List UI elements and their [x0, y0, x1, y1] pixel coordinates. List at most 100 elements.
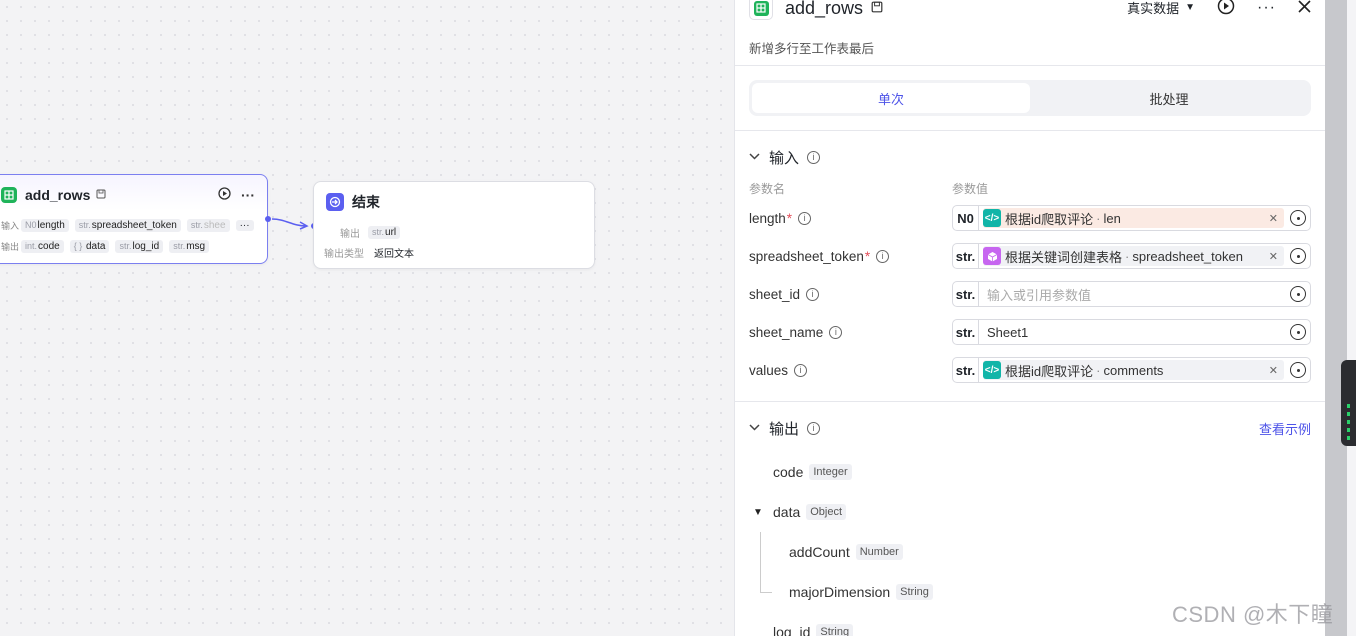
tree-line — [760, 572, 761, 592]
output-item-code: code Integer — [735, 452, 1325, 492]
type-badge: String — [896, 584, 933, 600]
variable-select-icon[interactable] — [1290, 248, 1306, 264]
output-label: 输出 — [1, 242, 20, 252]
tree-line — [760, 592, 772, 593]
node-input-row: 输入 N0length str.spreadsheet_token str.sh… — [0, 215, 267, 236]
add-rows-node[interactable]: add_rows ··· 输入 N0length str.spreadsheet… — [0, 174, 268, 264]
node-detail-panel: add_rows 真实数据 ▼ ··· 新增多行至工作表最后 单次 批处理 输入… — [734, 0, 1325, 636]
view-example-link[interactable]: 查看示例 — [1259, 419, 1311, 438]
end-node[interactable]: 结束 输出 str.url 输出类型 返回文本 — [313, 181, 595, 269]
type-label: str. — [953, 358, 979, 382]
info-icon[interactable]: i — [798, 211, 812, 225]
param-row-spreadsheet-token: spreadsheet_token * i str. 根据关键词创建表格 · spr… — [735, 237, 1325, 275]
save-icon — [96, 189, 106, 202]
side-widget[interactable] — [1341, 360, 1356, 446]
input-chip: str.shee — [186, 219, 230, 232]
more-inputs-chip[interactable]: ··· — [235, 220, 254, 231]
type-badge: String — [816, 624, 854, 636]
end-output-type-row: 输出类型 返回文本 — [324, 248, 414, 260]
info-icon[interactable]: i — [876, 249, 890, 263]
workflow-canvas[interactable]: add_rows ··· 输入 N0length str.spreadsheet… — [0, 0, 734, 636]
code-icon: </> — [983, 209, 1001, 227]
tab-batch[interactable]: 批处理 — [1030, 83, 1308, 113]
caret-down-icon[interactable]: ▼ — [753, 507, 763, 518]
cube-icon — [983, 247, 1001, 265]
panel-description: 新增多行至工作表最后 — [749, 42, 875, 56]
mode-tabs: 单次 批处理 — [749, 80, 1311, 116]
reference-chip[interactable]: </> 根据id爬取评论 · len ✕ — [983, 208, 1284, 228]
input-chip: str.spreadsheet_token — [74, 219, 181, 232]
sheet-icon — [1, 187, 17, 203]
output-section-header[interactable]: 输出 i 查看示例 — [735, 408, 1325, 448]
output-chip: { } data — [69, 240, 110, 253]
output-item-data[interactable]: ▼ data Object — [735, 492, 1325, 532]
reference-chip[interactable]: </> 根据id爬取评论 · comments ✕ — [983, 360, 1284, 380]
output-chip: str.msg — [169, 240, 210, 253]
watermark: CSDN @木下瞳 — [1172, 602, 1334, 627]
type-badge: Object — [806, 504, 847, 520]
divider — [735, 130, 1325, 131]
output-chip: str.url — [368, 225, 401, 239]
more-icon[interactable]: ··· — [241, 187, 255, 203]
type-label: N0 — [953, 206, 979, 230]
divider — [735, 401, 1325, 402]
end-output-row: 输出 str.url — [314, 222, 594, 242]
sheet-icon — [749, 0, 773, 20]
chevron-down-icon[interactable] — [749, 422, 761, 434]
info-icon[interactable]: i — [807, 421, 821, 435]
node-title: add_rows — [25, 187, 91, 203]
output-item-addcount: addCount Number — [735, 532, 1325, 572]
output-chip: str.log_id — [115, 240, 164, 253]
node-title: 结束 — [352, 194, 380, 210]
close-icon[interactable] — [1298, 0, 1311, 16]
param-row-length: length * i N0 </> 根据id爬取评论 · len ✕ — [735, 199, 1325, 237]
save-icon — [871, 1, 883, 16]
scrollbar-thumb[interactable] — [1325, 0, 1347, 636]
more-icon[interactable]: ··· — [1257, 0, 1276, 17]
output-chip: int.code — [21, 240, 64, 253]
tree-line — [760, 532, 761, 572]
input-label: 输入 — [1, 221, 20, 231]
remove-icon[interactable]: ✕ — [1269, 364, 1278, 377]
input-chip: N0length — [21, 219, 69, 232]
type-label: str. — [953, 320, 979, 344]
variable-select-icon[interactable] — [1290, 286, 1306, 302]
variable-select-icon[interactable] — [1290, 210, 1306, 226]
param-value-sheet-name[interactable]: str. Sheet1 — [952, 319, 1311, 345]
node-output-row: 输出 int.code { } data str.log_id str.msg — [0, 236, 267, 257]
param-value-spreadsheet-token[interactable]: str. 根据关键词创建表格 · spreadsheet_token ✕ — [952, 243, 1311, 269]
param-row-sheet-id: sheet_id i str. 输入或引用参数值 — [735, 275, 1325, 313]
info-icon[interactable]: i — [794, 363, 808, 377]
variable-select-icon[interactable] — [1290, 362, 1306, 378]
run-icon[interactable] — [1217, 0, 1235, 18]
info-icon[interactable]: i — [807, 150, 821, 164]
param-value-values[interactable]: str. </> 根据id爬取评论 · comments ✕ — [952, 357, 1311, 383]
tab-single[interactable]: 单次 — [752, 83, 1030, 113]
panel-title: add_rows — [785, 0, 864, 18]
info-icon[interactable]: i — [806, 287, 820, 301]
type-label: str. — [953, 244, 979, 268]
sheet-name-input[interactable]: Sheet1 — [987, 325, 1028, 340]
code-icon: </> — [983, 361, 1001, 379]
param-value-sheet-id[interactable]: str. 输入或引用参数值 — [952, 281, 1311, 307]
type-badge: Integer — [809, 464, 852, 480]
remove-icon[interactable]: ✕ — [1269, 212, 1278, 225]
param-value-length[interactable]: N0 </> 根据id爬取评论 · len ✕ — [952, 205, 1311, 231]
connection-edge[interactable] — [264, 214, 320, 234]
chevron-down-icon[interactable] — [749, 151, 761, 163]
sheet-id-input[interactable]: 输入或引用参数值 — [987, 285, 1091, 304]
param-row-values: values i str. </> 根据id爬取评论 · comments ✕ — [735, 351, 1325, 389]
exit-icon — [326, 193, 344, 211]
input-section-title: 输入 — [769, 149, 800, 167]
param-row-sheet-name: sheet_name i str. Sheet1 — [735, 313, 1325, 351]
caret-down-icon: ▼ — [1185, 2, 1196, 13]
type-badge: Number — [855, 544, 903, 560]
run-icon[interactable] — [218, 187, 231, 203]
remove-icon[interactable]: ✕ — [1269, 250, 1278, 263]
input-section-header[interactable]: 输入 i — [735, 137, 1325, 177]
reference-chip[interactable]: 根据关键词创建表格 · spreadsheet_token ✕ — [983, 246, 1284, 266]
variable-select-icon[interactable] — [1290, 324, 1306, 340]
info-icon[interactable]: i — [829, 325, 843, 339]
real-data-dropdown[interactable]: 真实数据 ▼ — [1127, 0, 1195, 17]
param-column-headers: 参数名 参数值 — [749, 181, 989, 196]
